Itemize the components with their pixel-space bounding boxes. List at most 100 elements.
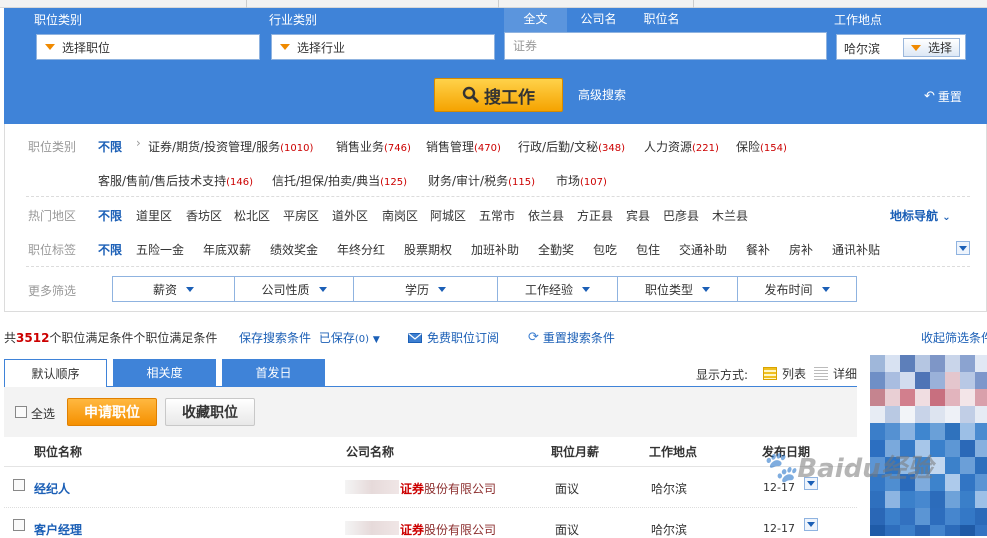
reset-button[interactable]: ↶ 重置 xyxy=(924,88,962,105)
category-unlimited[interactable]: 不限 xyxy=(98,138,122,155)
keyword-input[interactable]: 证券 xyxy=(504,32,827,60)
area-item[interactable]: 五常市 xyxy=(479,207,515,224)
row-expand-button[interactable] xyxy=(804,518,818,531)
area-item[interactable]: 道里区 xyxy=(136,207,172,224)
area-item[interactable]: 平房区 xyxy=(283,207,319,224)
category-item[interactable]: 市场(107) xyxy=(556,172,607,189)
column-header-location: 工作地点 xyxy=(649,445,698,459)
post-time-dropdown[interactable]: 发布时间 xyxy=(737,276,857,302)
category-item[interactable]: 销售管理(470) xyxy=(426,138,501,155)
area-item[interactable]: 宾县 xyxy=(626,207,650,224)
select-all-checkbox[interactable] xyxy=(15,406,27,418)
display-mode-label: 显示方式: xyxy=(696,368,749,382)
company-type-dropdown[interactable]: 公司性质 xyxy=(234,276,353,302)
pixelated-advertisement xyxy=(870,355,987,536)
reset-search-link[interactable]: ⟳ 重置搜索条件 xyxy=(528,329,615,346)
result-count: 共3512个职位满足条件个职位满足条件 xyxy=(4,331,218,345)
location-select[interactable]: 哈尔滨 选择 xyxy=(836,34,966,60)
area-item[interactable]: 木兰县 xyxy=(712,207,748,224)
job-title-link[interactable]: 经纪人 xyxy=(34,480,70,497)
area-item[interactable]: 巴彦县 xyxy=(663,207,699,224)
favorite-job-button[interactable]: 收藏职位 xyxy=(165,398,255,426)
tab-first-posted[interactable]: 首发日 xyxy=(222,359,325,387)
category-item[interactable]: 信托/担保/拍卖/典当(125) xyxy=(272,172,407,189)
company-name-link[interactable]: 证券股份有限公司 xyxy=(400,521,496,538)
category-item[interactable]: 财务/审计/税务(115) xyxy=(428,172,535,189)
list-icon xyxy=(763,367,777,380)
job-type-dropdown[interactable]: 职位类型 xyxy=(617,276,737,302)
salary-dropdown[interactable]: 薪资 xyxy=(112,276,234,302)
tag-item[interactable]: 年终分红 xyxy=(337,241,385,258)
dropdown-arrow-icon xyxy=(318,286,327,292)
chevron-down-icon: ⌄ xyxy=(942,212,951,223)
tag-item[interactable]: 加班补助 xyxy=(471,241,519,258)
date-cell: 12-17 xyxy=(763,522,795,535)
dropdown-arrow-icon xyxy=(186,286,194,292)
baidu-watermark: 🐾Baidu经验 xyxy=(760,450,933,485)
dropdown-arrow-icon: ▼ xyxy=(372,335,380,345)
divider xyxy=(26,196,970,197)
area-unlimited[interactable]: 不限 xyxy=(98,207,122,224)
category-item[interactable]: 销售业务(746) xyxy=(336,138,411,155)
tab-default-order[interactable]: 默认顺序 xyxy=(4,359,107,388)
tag-item[interactable]: 五险一金 xyxy=(136,241,184,258)
tag-item[interactable]: 全勤奖 xyxy=(538,241,574,258)
job-category-select[interactable]: 选择职位 xyxy=(36,34,260,60)
row-checkbox[interactable] xyxy=(13,479,25,491)
tag-item[interactable]: 房补 xyxy=(789,241,813,258)
tab-fulltext[interactable]: 全文 xyxy=(504,8,567,32)
job-title-link[interactable]: 客户经理 xyxy=(34,521,82,538)
area-item[interactable]: 松北区 xyxy=(234,207,270,224)
category-item[interactable]: 人力资源(221) xyxy=(644,138,719,155)
tag-item[interactable]: 年底双薪 xyxy=(203,241,251,258)
detail-view-toggle[interactable]: 详细 xyxy=(814,365,857,382)
collapse-filters-link[interactable]: 收起筛选条件 xyxy=(921,329,987,346)
save-search-link[interactable]: 保存搜索条件 已保存(0) ▼ xyxy=(239,329,380,346)
area-item[interactable]: 香坊区 xyxy=(186,207,222,224)
filter-tag-label: 职位标签 xyxy=(28,243,77,257)
tab-relevance[interactable]: 相关度 xyxy=(113,359,216,387)
area-item[interactable]: 方正县 xyxy=(577,207,613,224)
row-checkbox[interactable] xyxy=(13,519,25,531)
tag-item[interactable]: 通讯补贴 xyxy=(832,241,880,258)
tag-item[interactable]: 绩效奖金 xyxy=(270,241,318,258)
education-dropdown[interactable]: 学历 xyxy=(353,276,497,302)
search-button[interactable]: 搜工作 xyxy=(434,78,563,112)
area-item[interactable]: 南岗区 xyxy=(382,207,418,224)
expand-tags-button[interactable] xyxy=(956,241,970,255)
industry-select[interactable]: 选择行业 xyxy=(271,34,495,60)
category-item[interactable]: 保险(154) xyxy=(736,138,787,155)
experience-dropdown[interactable]: 工作经验 xyxy=(497,276,617,302)
tag-item[interactable]: 包住 xyxy=(636,241,660,258)
list-view-toggle[interactable]: 列表 xyxy=(763,365,806,382)
industry-label: 行业类别 xyxy=(269,13,318,27)
apply-job-button[interactable]: 申请职位 xyxy=(67,398,157,426)
subscribe-link[interactable]: 免费职位订阅 xyxy=(408,329,499,346)
tag-unlimited[interactable]: 不限 xyxy=(98,241,122,258)
tag-item[interactable]: 交通补助 xyxy=(679,241,727,258)
dropdown-arrow-icon xyxy=(821,286,830,292)
dropdown-arrow-icon xyxy=(911,44,921,51)
tab-job-name[interactable]: 职位名 xyxy=(630,8,693,32)
company-name-link[interactable]: 证券股份有限公司 xyxy=(400,480,496,497)
category-item[interactable]: 行政/后勤/文秘(348) xyxy=(518,138,625,155)
refresh-icon: ⟳ xyxy=(528,330,539,345)
company-name-redacted xyxy=(345,480,399,494)
tag-item[interactable]: 餐补 xyxy=(746,241,770,258)
landmark-nav-link[interactable]: 地标导航 ⌄ xyxy=(890,207,951,224)
expand-down-icon xyxy=(959,245,967,251)
advanced-search-link[interactable]: 高级搜索 xyxy=(578,86,626,103)
tag-item[interactable]: 股票期权 xyxy=(404,241,452,258)
area-item[interactable]: 依兰县 xyxy=(528,207,564,224)
tab-company-name[interactable]: 公司名 xyxy=(567,8,630,32)
location-value: 哈尔滨 xyxy=(844,42,881,56)
tag-item[interactable]: 包吃 xyxy=(593,241,617,258)
category-item[interactable]: 客服/售前/售后技术支持(146) xyxy=(98,172,253,189)
category-item[interactable]: 证券/期货/投资管理/服务(1010) xyxy=(148,138,313,155)
area-item[interactable]: 阿城区 xyxy=(430,207,466,224)
undo-icon: ↶ xyxy=(924,89,935,104)
paw-icon: 🐾 xyxy=(760,450,798,485)
dropdown-arrow-icon xyxy=(45,44,55,50)
area-item[interactable]: 道外区 xyxy=(332,207,368,224)
location-choose-button[interactable]: 选择 xyxy=(903,38,960,57)
